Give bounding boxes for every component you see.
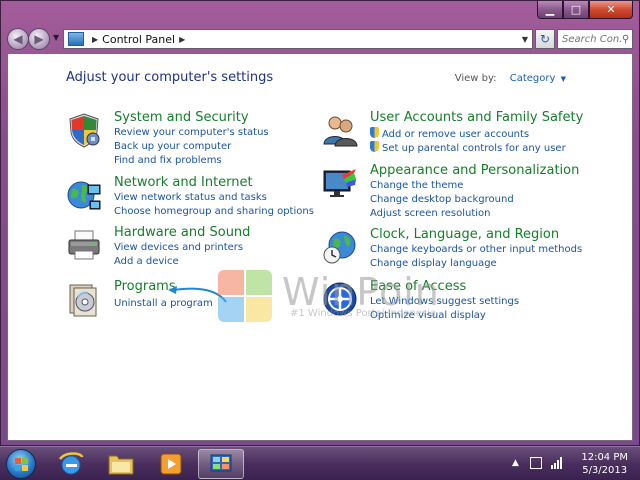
clock-time: 12:04 PM — [581, 452, 628, 463]
category-title[interactable]: User Accounts and Family Safety — [370, 110, 583, 125]
media-player-icon — [160, 453, 182, 475]
windows-logo-icon — [218, 270, 274, 324]
security-shield-icon[interactable] — [66, 112, 102, 148]
link-network-status[interactable]: View network status and tasks — [114, 192, 267, 203]
category-appearance: Appearance and Personalization Change th… — [322, 163, 622, 223]
link-display-language[interactable]: Change display language — [370, 258, 497, 269]
category-system-and-security: System and Security Review your computer… — [66, 110, 306, 170]
windows-logo-icon — [15, 458, 29, 472]
search-input[interactable] — [562, 33, 622, 45]
refresh-button[interactable]: ↻ — [535, 29, 555, 49]
action-center-flag-icon[interactable] — [530, 457, 542, 469]
start-button[interactable] — [6, 449, 36, 479]
view-by-label: View by: — [454, 73, 497, 84]
taskbar-media-player[interactable] — [148, 449, 194, 479]
breadcrumb-chevron-icon[interactable]: ▶ — [92, 35, 98, 44]
link-add-device[interactable]: Add a device — [114, 256, 179, 267]
close-icon: ✕ — [606, 3, 616, 16]
control-panel-icon — [68, 32, 84, 46]
folder-icon — [108, 455, 134, 475]
breadcrumb-control-panel[interactable]: Control Panel — [102, 33, 175, 46]
category-title[interactable]: System and Security — [114, 110, 249, 125]
taskbar-control-panel[interactable] — [198, 449, 244, 479]
category-title[interactable]: Hardware and Sound — [114, 225, 250, 240]
back-arrow-icon: ◀ — [13, 32, 23, 46]
category-network-and-internet: Network and Internet View network status… — [66, 175, 316, 221]
watermark-tagline: #1 Windows Portal Indonesia — [290, 308, 437, 319]
link-backup[interactable]: Back up your computer — [114, 141, 231, 152]
address-dropdown-icon[interactable]: ▼ — [522, 35, 528, 44]
link-change-theme[interactable]: Change the theme — [370, 180, 463, 191]
category-title[interactable]: Clock, Language, and Region — [370, 227, 559, 242]
link-review-status[interactable]: Review your computer's status — [114, 127, 269, 138]
title-bar[interactable]: ▁ □ ✕ — [1, 1, 639, 25]
network-signal-icon[interactable] — [550, 456, 564, 470]
uac-shield-icon — [370, 127, 379, 138]
link-desktop-background[interactable]: Change desktop background — [370, 194, 514, 205]
link-screen-resolution[interactable]: Adjust screen resolution — [370, 208, 491, 219]
system-tray: ▲ 12:04 PM 5/3/2013 — [512, 451, 632, 477]
forward-button[interactable]: ▶ — [28, 28, 50, 50]
minimize-button[interactable]: ▁ — [537, 1, 563, 19]
view-by: View by: Category ▼ — [455, 73, 566, 84]
category-title[interactable]: Network and Internet — [114, 175, 253, 190]
refresh-icon: ↻ — [539, 32, 551, 46]
address-bar[interactable]: ▶ Control Panel ▶ ▼ — [63, 29, 533, 49]
control-panel-content: Adjust your computer's settings View by:… — [7, 53, 633, 441]
network-globe-icon[interactable] — [66, 177, 102, 213]
back-button[interactable]: ◀ — [7, 28, 29, 50]
search-icon[interactable]: ⚲ — [622, 34, 629, 45]
link-add-remove-accounts[interactable]: Add or remove user accounts — [370, 127, 529, 140]
uac-shield-icon — [370, 141, 379, 152]
chevron-down-icon[interactable]: ▼ — [561, 75, 566, 83]
page-title: Adjust your computer's settings — [66, 70, 274, 85]
category-title[interactable]: Appearance and Personalization — [370, 163, 579, 178]
watermark: WinPoin #1 Windows Portal Indonesia — [218, 270, 458, 326]
taskbar-windows-explorer[interactable] — [98, 449, 144, 479]
link-keyboards-input[interactable]: Change keyboards or other input methods — [370, 244, 582, 255]
taskbar: ▲ 12:04 PM 5/3/2013 — [0, 446, 640, 480]
clock-globe-icon[interactable] — [322, 229, 358, 265]
users-icon[interactable] — [322, 112, 358, 148]
clock[interactable]: 12:04 PM 5/3/2013 — [581, 451, 628, 477]
maximize-icon: □ — [570, 3, 582, 16]
search-box: ⚲ — [557, 29, 633, 49]
link-find-fix-problems[interactable]: Find and fix problems — [114, 155, 222, 166]
category-hardware-and-sound: Hardware and Sound View devices and prin… — [66, 225, 306, 271]
minimize-icon: ▁ — [545, 3, 555, 16]
breadcrumb-chevron-icon[interactable]: ▶ — [179, 35, 185, 44]
maximize-button[interactable]: □ — [563, 1, 589, 19]
link-homegroup-sharing[interactable]: Choose homegroup and sharing options — [114, 206, 314, 217]
clock-date: 5/3/2013 — [582, 465, 628, 476]
navigation-bar: ◀ ▶ ▼ ▶ Control Panel ▶ ▼ ↻ ⚲ — [7, 27, 633, 51]
taskbar-internet-explorer[interactable] — [48, 449, 94, 479]
link-label[interactable]: Set up parental controls for any user — [382, 143, 566, 154]
category-user-accounts: User Accounts and Family Safety Add or r… — [322, 110, 622, 156]
programs-icon[interactable] — [66, 281, 102, 317]
control-panel-icon — [210, 454, 232, 472]
control-panel-window: ▁ □ ✕ ◀ ▶ ▼ ▶ Control Panel ▶ ▼ ↻ Search… — [0, 0, 640, 446]
forward-arrow-icon: ▶ — [34, 32, 44, 46]
link-devices-printers[interactable]: View devices and printers — [114, 242, 243, 253]
link-label[interactable]: Add or remove user accounts — [382, 129, 529, 140]
recent-pages-dropdown[interactable]: ▼ — [53, 33, 59, 42]
link-parental-controls[interactable]: Set up parental controls for any user — [370, 141, 566, 154]
show-hidden-icons-icon[interactable]: ▲ — [512, 458, 519, 468]
close-button[interactable]: ✕ — [589, 1, 633, 19]
view-by-category-dropdown[interactable]: Category — [510, 73, 556, 84]
printer-icon[interactable] — [66, 227, 102, 263]
internet-explorer-icon — [59, 452, 84, 475]
category-clock-language-region: Clock, Language, and Region Change keybo… — [322, 227, 622, 273]
window-controls: ▁ □ ✕ — [537, 1, 633, 19]
appearance-icon[interactable] — [322, 165, 358, 201]
